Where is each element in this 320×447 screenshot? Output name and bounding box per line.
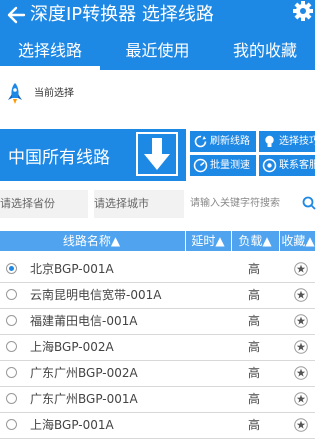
column-load[interactable]: 负载▲ (231, 231, 278, 251)
line-load: 高 (247, 366, 260, 380)
batch-speed-test-button[interactable]: 批量测速 (190, 155, 256, 176)
line-name: 福建莆田电信-001A (30, 314, 138, 328)
line-name: 北京BGP-001A (30, 262, 114, 276)
radio-button[interactable] (6, 419, 17, 430)
all-lines-button[interactable]: 中国所有线路 (0, 129, 186, 181)
tab-select-line[interactable]: 选择线路 (0, 36, 100, 70)
search-icon[interactable] (302, 196, 316, 210)
speedometer-icon (193, 158, 208, 173)
radio-button[interactable] (6, 341, 17, 352)
radio-button[interactable] (6, 367, 17, 378)
selection-tips-label: 选择技巧 (279, 136, 315, 147)
tab-recent[interactable]: 最近使用 (100, 36, 215, 68)
line-load: 高 (247, 340, 260, 354)
line-load: 高 (247, 418, 260, 432)
line-name: 上海BGP-002A (30, 340, 114, 354)
line-load: 高 (247, 314, 260, 328)
gear-icon[interactable] (292, 0, 314, 22)
back-arrow-icon[interactable] (5, 4, 27, 26)
tab-favorites[interactable]: 我的收藏 (215, 36, 315, 68)
table-row[interactable]: 云南昆明电信宽带-001A 高 (0, 282, 315, 309)
table-row[interactable]: 福建莆田电信-001A 高 (0, 308, 315, 335)
batch-speed-test-label: 批量测速 (210, 160, 250, 171)
tab-bar: 选择线路 最近使用 我的收藏 (0, 36, 315, 70)
line-load: 高 (247, 262, 260, 276)
star-icon[interactable] (294, 314, 308, 328)
star-icon[interactable] (294, 262, 308, 276)
radio-button[interactable] (6, 289, 17, 300)
star-icon[interactable] (294, 288, 308, 302)
radio-button[interactable] (6, 315, 17, 326)
city-select[interactable]: 请选择城市 (94, 190, 184, 218)
star-icon[interactable] (294, 392, 308, 406)
province-select[interactable]: 请选择省份 (0, 190, 88, 218)
column-line-name[interactable]: 线路名称▲ (0, 231, 183, 251)
line-name: 云南昆明电信宽带-001A (30, 288, 162, 302)
refresh-lines-label: 刷新线路 (210, 136, 250, 147)
rocket-icon (8, 83, 22, 104)
radio-button[interactable] (6, 393, 17, 404)
table-header: 线路名称▲ 延时▲ 负载▲ 收藏▲ (0, 231, 315, 251)
title-bar: 深度IP转换器 选择线路 (0, 0, 315, 34)
radio-button[interactable] (6, 263, 17, 274)
refresh-icon (194, 135, 207, 148)
current-selection: 当前选择 (0, 70, 315, 126)
line-load: 高 (247, 288, 260, 302)
column-latency[interactable]: 延时▲ (185, 231, 230, 251)
all-lines-label: 中国所有线路 (8, 148, 110, 168)
current-selection-label: 当前选择 (34, 88, 74, 99)
table-row[interactable]: 广东广州BGP-002A 高 (0, 360, 315, 387)
contact-support-label: 联系客服 (279, 160, 315, 171)
table-row[interactable]: 上海BGP-001A 高 (0, 412, 315, 439)
selection-tips-button[interactable]: 选择技巧 (259, 131, 315, 152)
line-name: 广东广州BGP-001A (30, 392, 138, 406)
star-icon[interactable] (294, 340, 308, 354)
arrow-down-icon (136, 132, 178, 176)
app-header: 深度IP转换器 选择线路 选择线路 最近使用 我的收藏 (0, 0, 315, 70)
table-row[interactable]: 广东广州BGP-001A 高 (0, 386, 315, 413)
refresh-lines-button[interactable]: 刷新线路 (190, 131, 256, 152)
table-row[interactable]: 北京BGP-001A 高 (0, 256, 315, 283)
lightbulb-icon (265, 135, 274, 147)
line-load: 高 (247, 392, 260, 406)
column-favorite[interactable]: 收藏▲ (279, 231, 316, 251)
line-name: 上海BGP-001A (30, 418, 114, 432)
table-row[interactable]: 上海BGP-002A 高 (0, 334, 315, 361)
page-title: 深度IP转换器 选择线路 (30, 4, 214, 25)
star-icon[interactable] (294, 418, 308, 432)
search-input[interactable]: 请输入关键字符搜索 (190, 192, 300, 216)
filter-bar: 请选择省份 请选择城市 请输入关键字符搜索 (0, 190, 316, 218)
contact-support-button[interactable]: 联系客服 (259, 155, 315, 176)
support-icon (262, 158, 277, 173)
star-icon[interactable] (294, 366, 308, 380)
line-name: 广东广州BGP-002A (30, 366, 138, 380)
